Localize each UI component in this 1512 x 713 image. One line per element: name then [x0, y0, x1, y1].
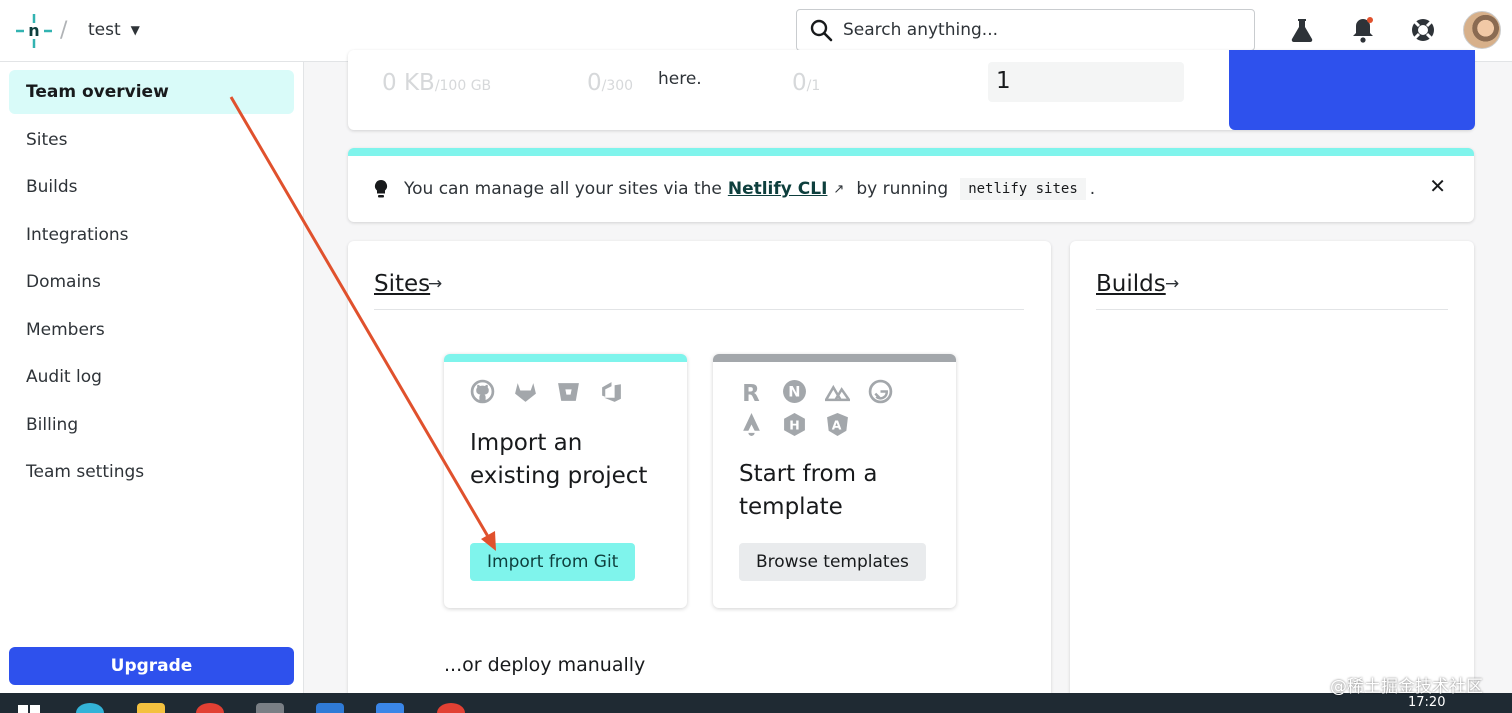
import-card-heading: Import an existing project [470, 430, 648, 489]
upgrade-button[interactable]: Upgrade [9, 647, 294, 685]
svg-text:R: R [742, 381, 760, 404]
sidebar-item-label: Sites [26, 130, 68, 150]
external-link-icon: ↗ [833, 181, 845, 197]
azure-devops-icon [602, 382, 621, 402]
sites-panel-title[interactable]: Sites [374, 271, 430, 297]
sidebar-item-integrations[interactable]: Integrations [9, 213, 294, 257]
svg-text:n: n [28, 21, 39, 40]
file-explorer-icon[interactable] [137, 703, 165, 713]
arrow-right-icon: → [428, 274, 443, 294]
chevron-down-icon: ▼ [130, 23, 140, 37]
cli-text-before: You can manage all your sites via the [404, 179, 722, 199]
sidebar-item-label: Team settings [26, 462, 145, 482]
support-lifebuoy-icon[interactable] [1409, 16, 1437, 44]
sidebar-item-label: Builds [26, 177, 78, 197]
browse-templates-button[interactable]: Browse templates [739, 543, 926, 581]
builds-panel: Builds → [1070, 241, 1474, 701]
template-card-heading: Start from a template [739, 461, 878, 520]
gitlab-icon [515, 383, 536, 402]
divider [1096, 309, 1448, 310]
framework-icons-row-1: R N [739, 379, 893, 404]
angular-icon: A [827, 413, 848, 436]
bandwidth-limit: /100 GB [434, 78, 492, 94]
edge-app-icon[interactable] [76, 703, 104, 713]
cli-tip-banner: You can manage all your sites via the Ne… [348, 148, 1474, 222]
framework-icons-row-2: H A [739, 412, 850, 437]
cli-text-middle: by running [856, 179, 949, 199]
chrome-app-icon[interactable] [196, 703, 224, 713]
labs-flask-icon[interactable] [1288, 16, 1316, 44]
close-icon[interactable]: ✕ [1429, 174, 1446, 198]
sidebar-item-audit-log[interactable]: Audit log [9, 355, 294, 399]
taskbar-clock: 17:20 [1408, 695, 1446, 710]
builds-panel-title[interactable]: Builds [1096, 271, 1166, 297]
github-icon [470, 379, 495, 404]
sidebar-item-label: Domains [26, 272, 101, 292]
watermark: @稀土掘金技术社区 [1330, 677, 1483, 697]
team-name: test [88, 20, 121, 40]
user-avatar[interactable] [1463, 11, 1501, 49]
sidebar-item-team-overview[interactable]: Team overview [9, 70, 294, 114]
netlify-logo[interactable]: n [16, 14, 52, 48]
sidebar-item-team-settings[interactable]: Team settings [9, 450, 294, 494]
team-switcher[interactable]: test ▼ [88, 20, 140, 40]
remix-icon: R [742, 381, 760, 404]
members-limit: /1 [806, 78, 821, 94]
members-usage: 0/1 [792, 70, 820, 96]
bitbucket-icon [558, 383, 579, 401]
nuxt-icon [825, 384, 850, 402]
usage-here-text: here. [658, 69, 702, 89]
search-bar[interactable] [796, 9, 1255, 51]
cli-text-after: . [1089, 179, 1096, 199]
gatsby-icon [868, 379, 893, 404]
sidebar-item-billing[interactable]: Billing [9, 403, 294, 447]
os-taskbar: 17:20 [0, 693, 1512, 713]
svg-text:H: H [789, 418, 799, 433]
app-icon[interactable] [376, 703, 404, 713]
bandwidth-value: 0 KB [382, 70, 435, 96]
sidebar-item-label: Audit log [26, 367, 102, 387]
breadcrumb-separator: / [60, 18, 68, 43]
import-project-card: Import an existing project Import from G… [444, 354, 687, 608]
search-icon [810, 19, 833, 42]
build-value: 0 [587, 70, 602, 96]
sidebar-item-builds[interactable]: Builds [9, 165, 294, 209]
app-icon[interactable] [256, 703, 284, 713]
astro-icon [743, 413, 760, 436]
netlify-cli-link[interactable]: Netlify CLI [728, 179, 828, 199]
nextjs-icon: N [783, 380, 806, 403]
svg-text:N: N [788, 384, 800, 401]
notifications-bell-icon[interactable] [1349, 16, 1377, 44]
bandwidth-usage: 0 KB/100 GB [382, 70, 491, 96]
sites-panel: Sites → Import an existing project Impor… [348, 241, 1051, 701]
git-provider-icons [470, 379, 624, 404]
template-card: R N H A Start from a template Browse tem… [713, 354, 956, 608]
usage-count-value: 1 [988, 62, 1184, 102]
lightbulb-icon [374, 179, 388, 198]
arrow-right-icon: → [1165, 274, 1180, 294]
windows-start-icon[interactable] [18, 703, 40, 713]
sidebar-item-members[interactable]: Members [9, 308, 294, 352]
vscode-app-icon[interactable] [316, 703, 344, 713]
sidebar: Team overview Sites Builds Integrations … [0, 62, 304, 693]
search-input[interactable] [843, 20, 1223, 40]
divider [374, 309, 1024, 310]
cli-tip-text: You can manage all your sites via the Ne… [374, 178, 1095, 200]
promo-card[interactable] [1229, 50, 1475, 130]
sidebar-item-label: Members [26, 320, 105, 340]
svg-text:A: A [832, 418, 842, 433]
members-value: 0 [792, 70, 807, 96]
hugo-icon: H [784, 413, 805, 436]
sidebar-item-domains[interactable]: Domains [9, 260, 294, 304]
sidebar-item-label: Integrations [26, 225, 129, 245]
import-from-git-button[interactable]: Import from Git [470, 543, 636, 581]
build-minutes-usage: 0/300 [587, 70, 633, 96]
deploy-manually-heading: ...or deploy manually [444, 654, 646, 676]
sidebar-item-label: Team overview [26, 82, 169, 102]
build-limit: /300 [601, 78, 634, 94]
sidebar-item-label: Billing [26, 415, 79, 435]
cli-command: netlify sites [960, 178, 1086, 200]
sidebar-item-sites[interactable]: Sites [9, 118, 294, 162]
chrome-app-icon[interactable] [437, 703, 465, 713]
